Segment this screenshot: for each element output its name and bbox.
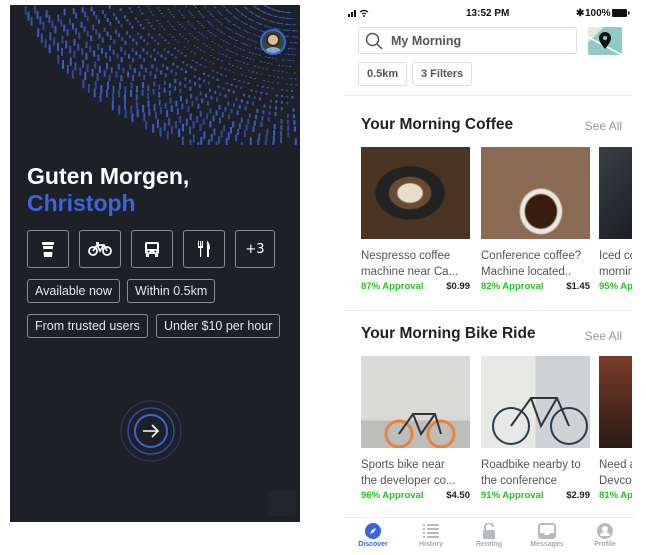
tag-label: Within 0.5km (135, 284, 208, 298)
approval-rating: 87% Approval (361, 281, 424, 292)
listing-title-line2: mornin (599, 265, 632, 278)
listing-title-line2: Machine located.. (481, 265, 572, 278)
listing-card[interactable]: Conference coffee? Machine located.. 82% A… (481, 147, 590, 292)
tag-trusted-users[interactable]: From trusted users (27, 314, 148, 338)
battery-percent: 100% (585, 8, 611, 19)
search-value: My Morning (391, 33, 462, 48)
more-categories-label: +3 (245, 241, 265, 257)
fork-knife-icon (198, 241, 210, 257)
clock: 13:52 PM (466, 8, 510, 19)
listing-title-line2: Devco (599, 474, 632, 487)
listing-image (481, 147, 590, 239)
tag-price-limit[interactable]: Under $10 per hour (156, 314, 281, 338)
listing-price: $4.50 (446, 490, 470, 501)
search-icon (365, 32, 383, 50)
listing-title-line2: the developer co... (361, 474, 456, 487)
avatar[interactable] (260, 29, 286, 55)
category-bike-button[interactable] (79, 230, 121, 268)
approval-rating: 91% Approval (481, 490, 544, 501)
listing-image (481, 356, 590, 448)
listing-image (361, 147, 470, 239)
listing-price: $2.99 (566, 490, 590, 501)
listing-image (361, 356, 470, 448)
status-bar: 13:52 PM ✱ 100% (344, 7, 634, 21)
signal-wifi-icon (348, 9, 369, 17)
listing-card[interactable]: Roadbike nearby to the conference 91% Appr… (481, 356, 590, 501)
listing-card[interactable]: Iced co mornin 95% Ap (599, 147, 632, 292)
tab-label: Renting (475, 541, 503, 548)
section-title-bike: Your Morning Bike Ride (361, 325, 536, 342)
listing-card[interactable]: Sports bike near the developer co... 96% A… (361, 356, 470, 501)
greeting-text: Guten Morgen, (27, 163, 190, 189)
tab-bar: Discover History Renting Messages Profil… (344, 517, 634, 555)
greeting: Guten Morgen, Christoph (27, 163, 189, 217)
user-name: Christoph (27, 190, 136, 216)
tab-history[interactable]: History (402, 518, 460, 555)
unlock-icon (483, 523, 495, 539)
welcome-screen: Guten Morgen, Christoph +3 Available now… (10, 5, 300, 522)
bicycle-icon (88, 242, 112, 256)
listing-title-line2: the conference (481, 474, 558, 487)
divider (344, 310, 632, 311)
listing-image (599, 356, 632, 448)
tab-label: Messages (530, 541, 564, 548)
listing-title: Sports bike near (361, 459, 445, 471)
approval-rating: 95% Ap (599, 281, 632, 292)
listing-title: Conference coffee? (481, 250, 582, 262)
tag-available-now[interactable]: Available now (27, 279, 120, 303)
tab-messages[interactable]: Messages (518, 518, 576, 555)
listing-title: Nespresso coffee (361, 250, 451, 262)
list-icon (423, 524, 439, 538)
listing-card[interactable]: Need a Devco 81% Ap (599, 356, 632, 501)
tab-discover[interactable]: Discover (344, 518, 402, 555)
listing-image (599, 147, 632, 239)
map-button[interactable] (588, 27, 622, 55)
tag-label: Available now (35, 284, 112, 298)
compass-icon (365, 523, 381, 539)
profile-icon (597, 523, 613, 539)
listing-card[interactable]: Nespresso coffee machine near Ca... 87% Ap… (361, 147, 470, 292)
tag-label: From trusted users (35, 319, 140, 333)
see-all-coffee-link[interactable]: See All (585, 119, 622, 133)
tab-profile[interactable]: Profile (576, 518, 634, 555)
filters-chip[interactable]: 3 Filters (412, 62, 473, 86)
tag-label: Under $10 per hour (164, 319, 273, 333)
see-all-bike-link[interactable]: See All (585, 329, 622, 343)
listing-price: $0.99 (446, 281, 470, 292)
listing-price: $1.45 (566, 281, 590, 292)
listing-title: Need a (599, 459, 632, 471)
discover-screen: 13:52 PM ✱ 100% My Morning 0.5km 3 Filte… (344, 0, 634, 555)
tab-label: Profile (594, 541, 616, 548)
dot-pattern-graphic (24, 5, 298, 145)
coffee-cup-icon (42, 241, 54, 257)
chip-label: 3 Filters (421, 68, 464, 80)
category-food-button[interactable] (183, 230, 225, 268)
faded-icon (268, 490, 296, 516)
next-button[interactable] (120, 400, 182, 462)
map-pin-icon (588, 32, 622, 55)
tab-label: History (418, 541, 444, 548)
more-categories-button[interactable]: +3 (235, 230, 275, 268)
tab-label: Discover (358, 541, 388, 548)
inbox-icon (538, 523, 556, 539)
category-bus-button[interactable] (131, 230, 173, 268)
tag-within-distance[interactable]: Within 0.5km (127, 279, 216, 303)
search-input[interactable]: My Morning (358, 27, 577, 54)
bus-icon (145, 241, 159, 257)
approval-rating: 82% Approval (481, 281, 544, 292)
battery-icon (612, 9, 630, 17)
bluetooth-icon: ✱ (576, 8, 585, 19)
divider (344, 95, 632, 96)
listing-title: Iced co (599, 250, 632, 262)
approval-rating: 81% Ap (599, 490, 632, 501)
listing-title: Roadbike nearby to (481, 459, 581, 471)
tab-renting[interactable]: Renting (460, 518, 518, 555)
distance-chip[interactable]: 0.5km (358, 62, 408, 86)
listing-title-line2: machine near Ca... (361, 265, 459, 278)
chip-label: 0.5km (367, 68, 399, 80)
category-coffee-button[interactable] (27, 230, 69, 268)
approval-rating: 96% Approval (361, 490, 424, 501)
arrow-right-icon (143, 424, 160, 438)
section-title-coffee: Your Morning Coffee (361, 116, 514, 133)
